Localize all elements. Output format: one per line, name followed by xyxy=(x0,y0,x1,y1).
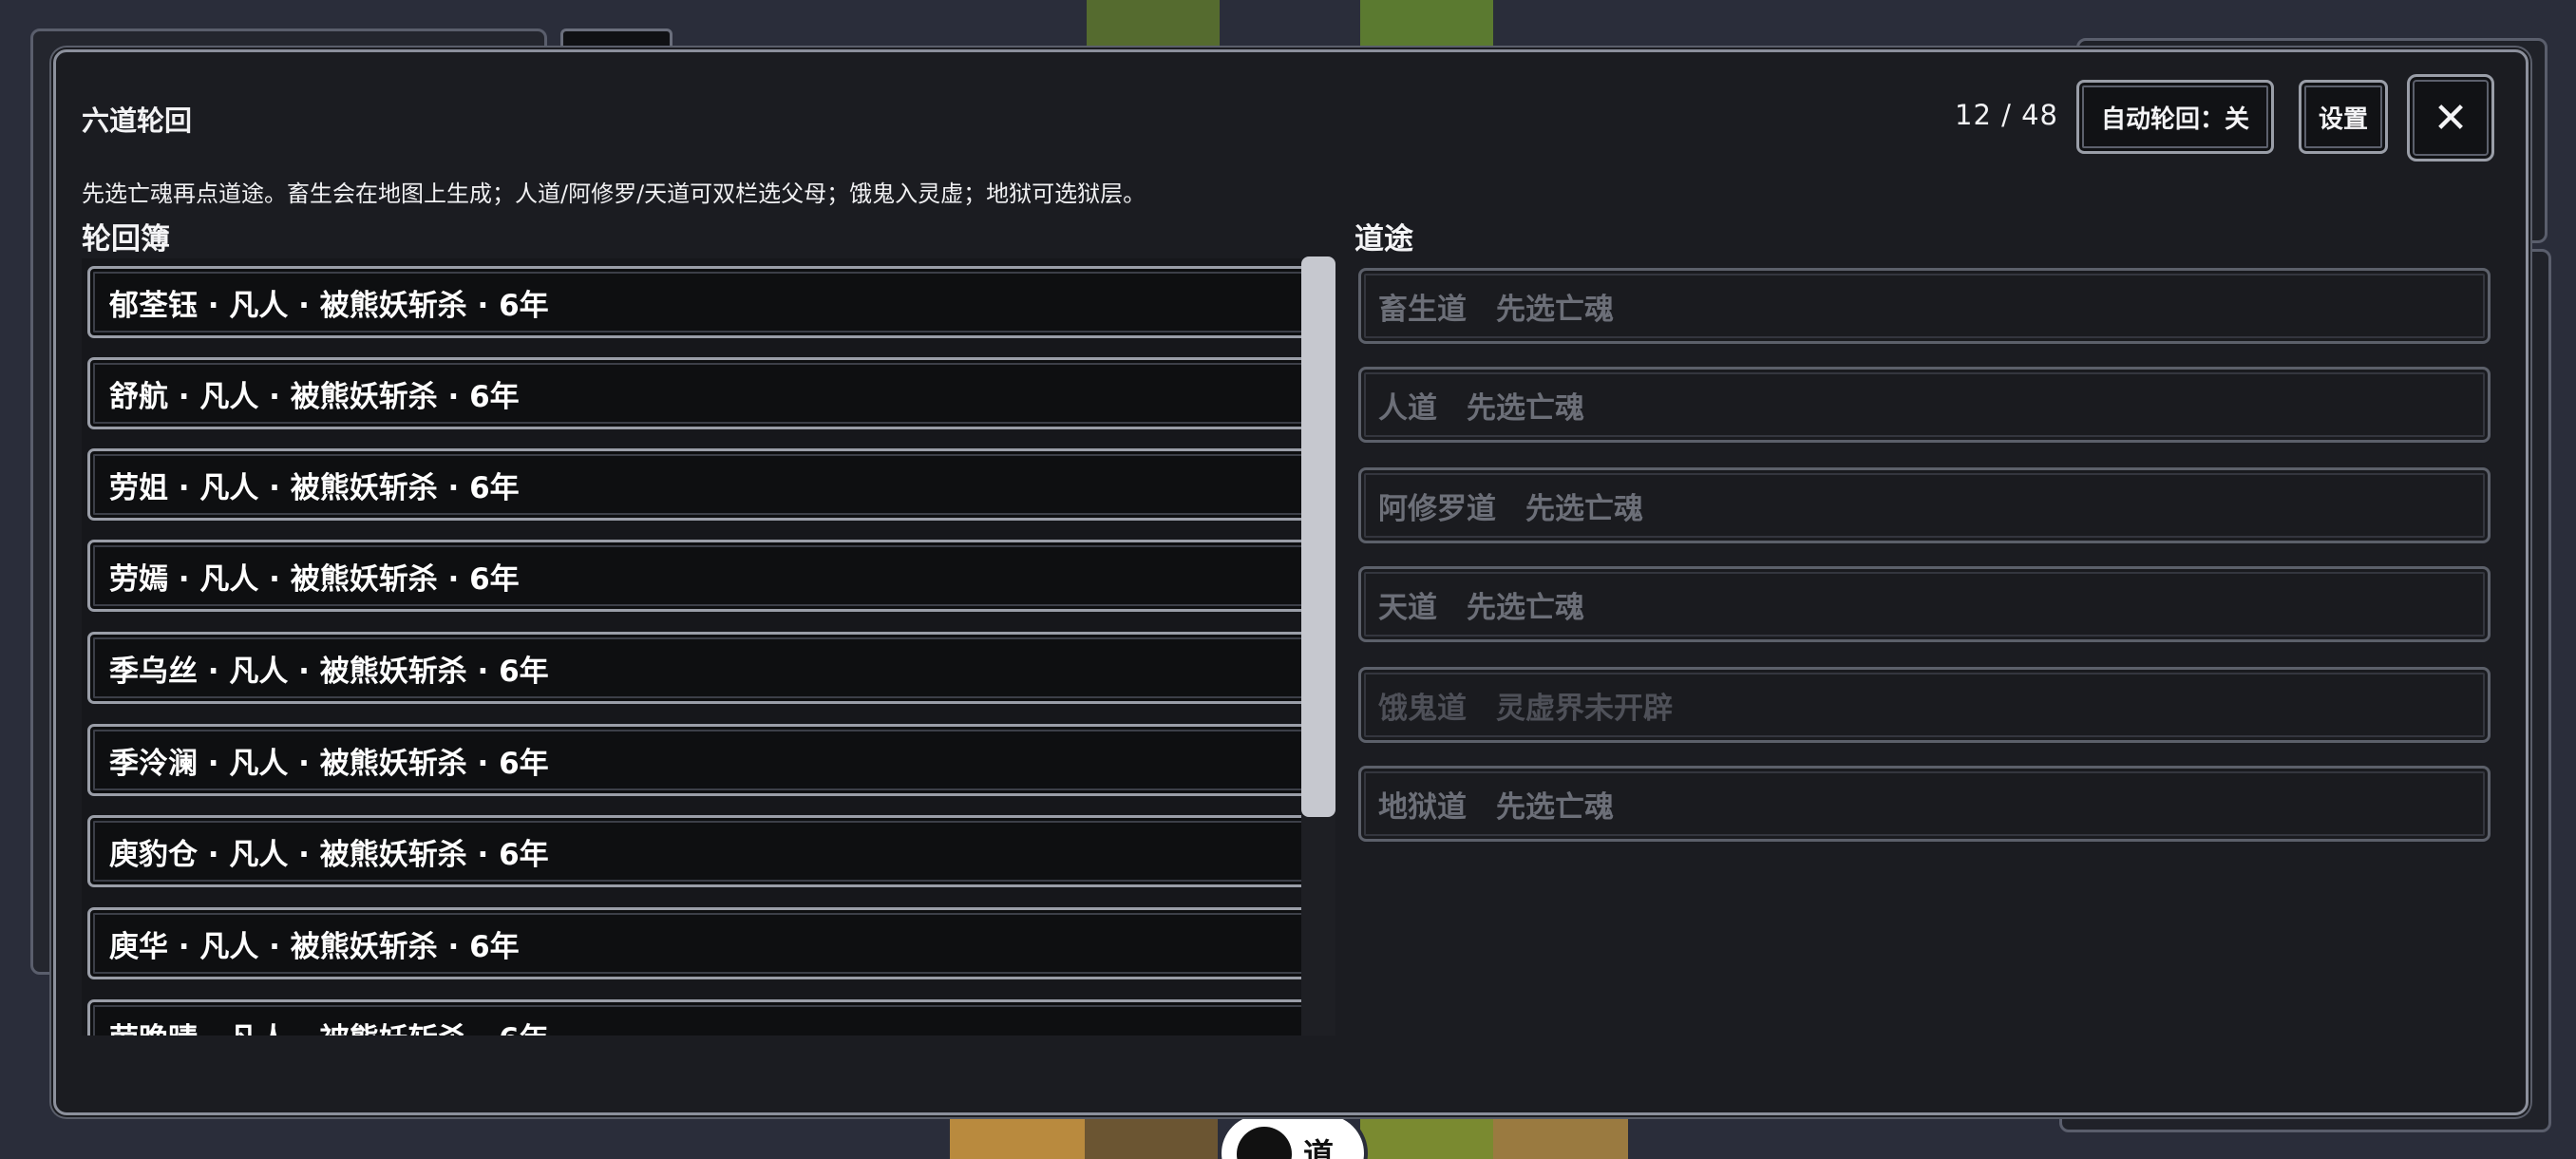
soul-entry[interactable]: 季乌丝 · 凡人 · 被熊妖斩杀 · 6年 xyxy=(87,632,1309,704)
path-hell-button[interactable]: 地狱道 先选亡魂 xyxy=(1358,766,2491,842)
soul-entry[interactable]: 劳嫣 · 凡人 · 被熊妖斩杀 · 6年 xyxy=(87,540,1309,612)
close-button[interactable]: ✕ xyxy=(2407,74,2494,162)
page-counter: 12 / 48 xyxy=(1955,99,2059,131)
modal-description: 先选亡魂再点道途。畜生会在地图上生成；人道/阿修罗/天道可双栏选父母；饿鬼入灵虚… xyxy=(82,180,1146,207)
path-asura-button[interactable]: 阿修罗道 先选亡魂 xyxy=(1358,467,2491,543)
settings-button[interactable]: 设置 xyxy=(2299,80,2388,154)
path-heaven-button[interactable]: 天道 先选亡魂 xyxy=(1358,566,2491,642)
path-hungry-ghost-button[interactable]: 饿鬼道 灵虚界未开辟 xyxy=(1358,667,2491,743)
background-sand-tile xyxy=(1493,1110,1628,1159)
soul-entry[interactable]: 季泠澜 · 凡人 · 被熊妖斩杀 · 6年 xyxy=(87,724,1309,796)
ledger-title: 轮回簿 xyxy=(82,222,170,256)
close-icon: ✕ xyxy=(2433,93,2469,142)
soul-entry[interactable]: 庾豹仓 · 凡人 · 被熊妖斩杀 · 6年 xyxy=(87,815,1309,887)
soul-entry[interactable]: 舒航 · 凡人 · 被熊妖斩杀 · 6年 xyxy=(87,357,1309,429)
background-dao-label: 道 xyxy=(1303,1136,1335,1159)
background-grass-tile xyxy=(1360,0,1493,49)
auto-reincarnate-toggle[interactable]: 自动轮回：关 xyxy=(2076,80,2274,154)
modal-title: 六道轮回 xyxy=(82,104,193,137)
background-sand-tile xyxy=(950,1110,1085,1159)
soul-entry[interactable]: 郁荃钰 · 凡人 · 被熊妖斩杀 · 6年 xyxy=(87,266,1309,338)
soul-entry[interactable]: 庾华 · 凡人 · 被熊妖斩杀 · 6年 xyxy=(87,907,1309,979)
soul-entry[interactable]: 劳晚晴 · 凡人 · 被熊妖斩杀 · 6年 xyxy=(87,999,1309,1036)
background-grass-tile xyxy=(1087,0,1220,49)
paths-title: 道途 xyxy=(1354,222,1413,256)
path-animal-button[interactable]: 畜生道 先选亡魂 xyxy=(1358,268,2491,344)
soul-ledger-list[interactable]: 郁荃钰 · 凡人 · 被熊妖斩杀 · 6年 舒航 · 凡人 · 被熊妖斩杀 · … xyxy=(82,258,1335,1036)
background-dirt-tile xyxy=(1085,1110,1218,1159)
soul-entry[interactable]: 劳姐 · 凡人 · 被熊妖斩杀 · 6年 xyxy=(87,448,1309,521)
ledger-scrollbar-thumb[interactable] xyxy=(1301,256,1335,817)
background-grass-tile xyxy=(1360,1110,1493,1159)
path-human-button[interactable]: 人道 先选亡魂 xyxy=(1358,367,2491,443)
